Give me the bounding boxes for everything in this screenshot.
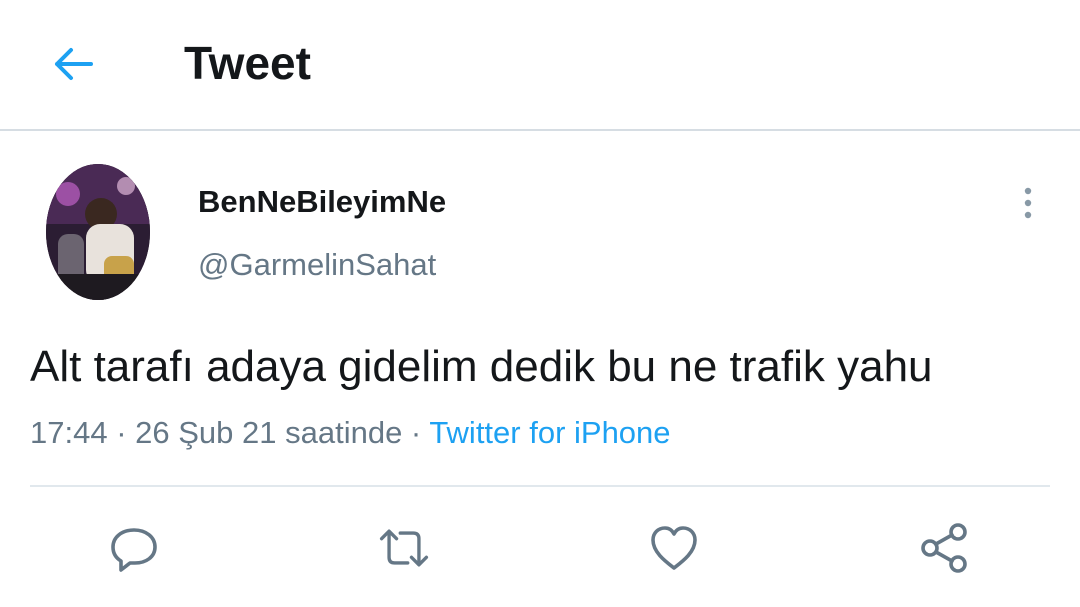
page-title: Tweet	[184, 37, 311, 89]
reply-button[interactable]	[106, 520, 162, 576]
divider	[30, 485, 1050, 487]
top-app-bar: Tweet	[0, 0, 1080, 131]
tweet-text: Alt tarafı adaya gidelim dedik bu ne tra…	[30, 342, 933, 391]
arrow-left-icon	[55, 48, 93, 80]
avatar[interactable]	[46, 164, 150, 300]
more-options-button[interactable]	[1010, 182, 1046, 224]
retweet-icon	[379, 529, 429, 567]
heart-icon	[651, 526, 697, 570]
like-button[interactable]	[646, 520, 702, 576]
share-icon	[921, 523, 967, 573]
reply-icon	[111, 528, 157, 572]
tweet-source-link[interactable]: Twitter for iPhone	[429, 415, 670, 450]
meta-separator: ·	[107, 415, 136, 450]
retweet-button[interactable]	[376, 520, 432, 576]
share-button[interactable]	[916, 520, 972, 576]
display-name[interactable]: BenNeBileyimNe	[198, 183, 446, 221]
back-button[interactable]	[40, 36, 104, 92]
meta-separator: ·	[402, 415, 430, 450]
user-handle[interactable]: @GarmelinSahat	[198, 246, 436, 284]
tweet-time: 17:44	[30, 415, 108, 450]
vertical-dots-icon	[1024, 187, 1032, 219]
tweet-detail-page: Tweet BenNeBileyimNe @GarmelinSahat Alt …	[0, 0, 1080, 607]
tweet-metadata: 17:44 · 26 Şub 21 saatinde · Twitter for…	[30, 414, 671, 452]
tweet-date: 26 Şub 21 saatinde	[135, 415, 403, 450]
